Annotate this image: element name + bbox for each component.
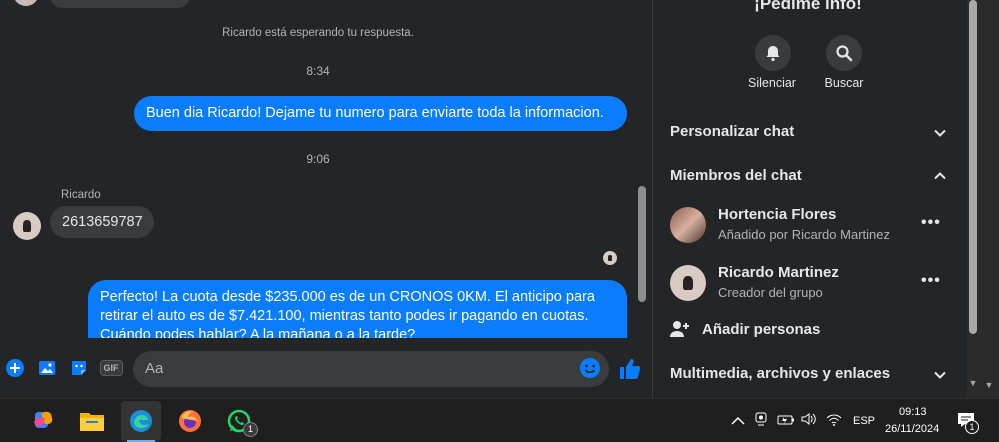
gif-label: GIF	[99, 360, 123, 376]
avatar[interactable]	[13, 212, 41, 240]
seen-avatar-icon	[603, 251, 617, 265]
message-line: retirar el auto es de $7.421.100, mientr…	[100, 308, 589, 324]
message-line: Perfecto! La cuota desde $235.000 es de …	[100, 289, 595, 305]
avatar[interactable]	[670, 207, 706, 243]
clock-time[interactable]: 09:13	[899, 406, 927, 418]
add-people-button[interactable]: Añadir personas	[702, 321, 820, 338]
clock-date[interactable]: 26/11/2024	[885, 423, 939, 435]
sticker-icon[interactable]	[68, 357, 90, 379]
notification-badge: 1	[965, 420, 979, 434]
panel-scroll-thumb[interactable]	[969, 0, 977, 334]
battery-icon[interactable]	[777, 413, 795, 431]
system-message: Ricardo está esperando tu respuesta.	[222, 27, 414, 39]
edge-icon[interactable]	[121, 401, 161, 441]
sender-name: Ricardo	[61, 189, 101, 201]
scroll-down-arrow-icon[interactable]: ▼	[967, 378, 979, 388]
mute-label: Silenciar	[748, 76, 796, 90]
outgoing-message[interactable]: Buen dia Ricardo! Dejame tu numero para …	[134, 96, 627, 131]
scroll-down-arrow-icon[interactable]: ▼	[983, 380, 995, 390]
whatsapp-icon[interactable]: 1	[219, 401, 259, 441]
firefox-icon[interactable]	[170, 401, 210, 441]
member-name[interactable]: Ricardo Martinez	[718, 264, 839, 281]
member-subtitle: Creador del grupo	[718, 285, 823, 300]
search-icon	[836, 45, 853, 62]
chat-info-panel: ¡Pedime info! Silenciar Buscar Personali…	[652, 0, 967, 398]
add-person-icon[interactable]	[670, 320, 690, 338]
customize-chat-section[interactable]: Personalizar chat	[670, 123, 794, 140]
language-indicator[interactable]: ESP	[853, 415, 875, 427]
member-subtitle: Añadido por Ricardo Martinez	[718, 227, 890, 242]
media-files-links-section[interactable]: Multimedia, archivos y enlaces	[670, 365, 890, 382]
input-placeholder: Aa	[145, 360, 164, 377]
search-label: Buscar	[824, 76, 864, 90]
message-input[interactable]: Aa	[133, 351, 609, 387]
notifications-icon[interactable]: 1	[957, 411, 979, 434]
emoji-icon[interactable]	[579, 357, 601, 383]
member-name[interactable]: Hortencia Flores	[718, 206, 836, 223]
wifi-icon[interactable]	[826, 413, 842, 431]
chevron-up-icon[interactable]	[933, 169, 947, 183]
member-options-icon[interactable]: •••	[921, 214, 941, 232]
incoming-message[interactable]: 2613659787	[50, 206, 154, 238]
file-explorer-icon[interactable]	[72, 401, 112, 441]
timestamp: 8:34	[306, 64, 330, 78]
volume-icon[interactable]	[801, 412, 817, 431]
chat-members-section[interactable]: Miembros del chat	[670, 167, 802, 184]
gallery-icon[interactable]	[36, 357, 58, 379]
plus-circle-icon[interactable]	[4, 357, 26, 379]
search-button[interactable]	[826, 35, 862, 71]
previous-message-bubble	[50, 0, 190, 8]
chevron-down-icon[interactable]	[933, 126, 947, 140]
bell-icon	[766, 46, 780, 62]
webcam-icon[interactable]	[754, 411, 768, 432]
panel-title: ¡Pedime info!	[754, 0, 862, 13]
gif-icon[interactable]: GIF	[99, 357, 123, 379]
thumbs-up-icon[interactable]	[618, 357, 642, 386]
chat-scroll-thumb[interactable]	[638, 186, 646, 302]
copilot-icon[interactable]	[23, 401, 63, 441]
member-options-icon[interactable]: •••	[921, 272, 941, 290]
avatar	[13, 0, 39, 6]
notification-badge: 1	[243, 422, 258, 437]
mute-button[interactable]	[755, 35, 791, 71]
avatar[interactable]	[670, 265, 706, 301]
taskbar: 1 ESP 09:13 26/11/2024 1	[0, 398, 999, 442]
chevron-down-icon[interactable]	[933, 368, 947, 382]
timestamp: 9:06	[306, 152, 330, 166]
chevron-up-icon[interactable]	[731, 413, 745, 431]
